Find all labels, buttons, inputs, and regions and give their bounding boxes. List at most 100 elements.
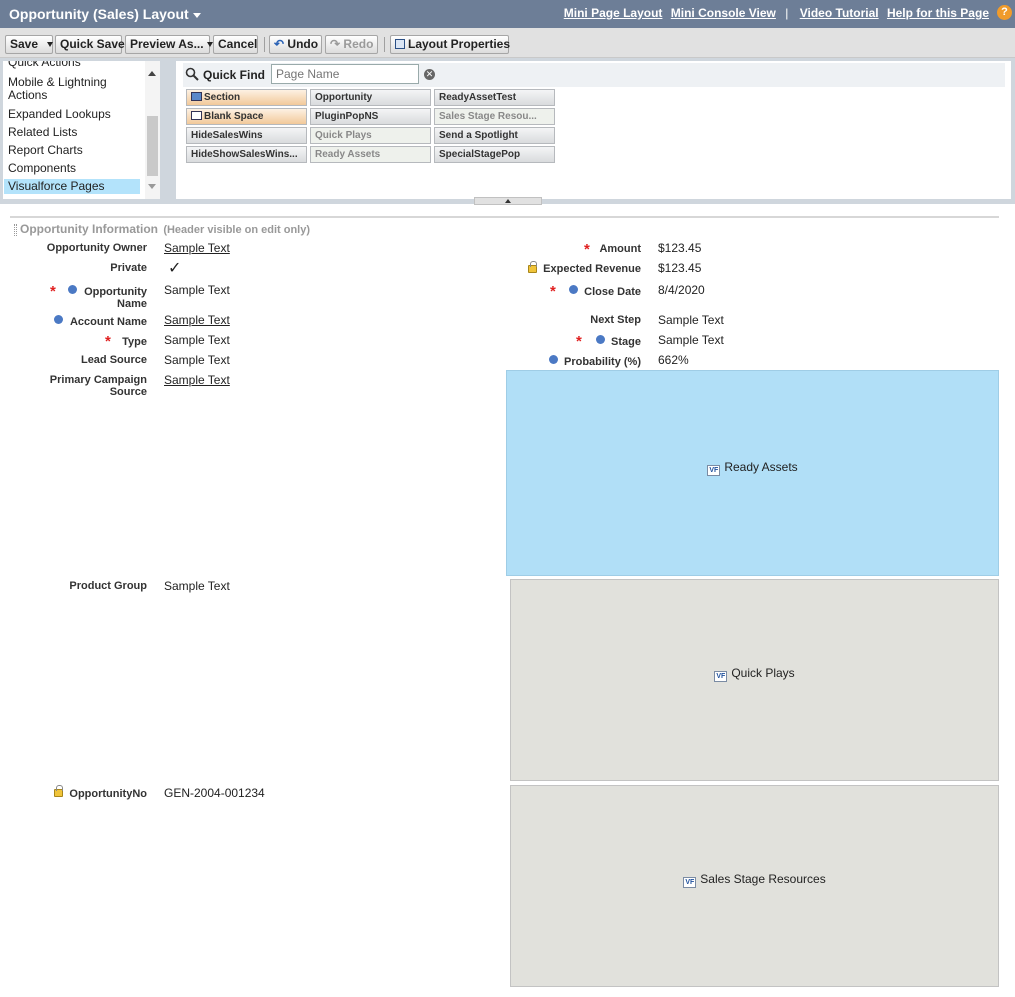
section-header[interactable]: Opportunity Information (Header visible … — [14, 222, 310, 236]
category-item-visualforce-pages[interactable]: Visualforce Pages — [4, 179, 140, 194]
save-label: Save — [10, 37, 39, 51]
quick-find-input[interactable] — [271, 64, 419, 84]
category-item-components[interactable]: Components — [8, 162, 76, 175]
layout-title-menu[interactable]: Opportunity (Sales) Layout — [9, 6, 201, 22]
redo-button[interactable]: ↷ Redo — [325, 35, 378, 54]
field-label-stage: Stage — [611, 336, 641, 348]
palette-item-hidesaleswins[interactable]: HideSalesWins — [186, 127, 307, 144]
help-icon[interactable]: ? — [997, 5, 1012, 20]
quick-find-bar: Quick Find ✕ — [183, 63, 1005, 87]
field-label-type: Type — [122, 336, 147, 348]
palette-item-specialstagepop[interactable]: SpecialStagePop — [434, 146, 555, 163]
field-value-primary-campaign-source[interactable]: Sample Text — [164, 373, 230, 387]
category-scrollbar[interactable] — [145, 61, 160, 199]
video-tutorial-link[interactable]: Video Tutorial — [800, 6, 879, 20]
field-label-next-step: Next Step — [590, 314, 641, 326]
preview-as-label: Preview As... — [130, 37, 204, 51]
quick-find-label: Quick Find — [203, 68, 266, 82]
field-value-opportunityno: GEN-2004-001234 — [164, 786, 265, 800]
category-item-related-lists[interactable]: Related Lists — [8, 126, 77, 139]
toolbar-divider — [384, 37, 385, 52]
field-value-lead-source: Sample Text — [164, 353, 230, 367]
chevron-down-icon — [192, 12, 201, 18]
private-checkmark: ✓ — [168, 260, 182, 277]
vf-page-name: Quick Plays — [731, 666, 795, 680]
header-links: Mini Page Layout Mini Console View | Vid… — [559, 6, 989, 20]
category-item-report-charts[interactable]: Report Charts — [8, 144, 83, 157]
scroll-up-icon[interactable] — [148, 71, 156, 76]
layout-properties-button[interactable]: Layout Properties — [390, 35, 511, 54]
layout-properties-label: Layout Properties — [408, 37, 511, 51]
palette-item-sales-stage-resources[interactable]: Sales Stage Resou... — [434, 108, 555, 125]
field-label-product-group: Product Group — [69, 580, 147, 592]
palette-item-quick-plays[interactable]: Quick Plays — [310, 127, 431, 144]
field-value-stage: Sample Text — [658, 333, 724, 347]
palette-item-pluginpopns[interactable]: PluginPopNS — [310, 108, 431, 125]
cancel-button[interactable]: Cancel — [213, 35, 258, 54]
vf-page-ready-assets[interactable]: VF Ready Assets — [506, 370, 999, 576]
undo-label: Undo — [287, 37, 319, 51]
field-value-expected-revenue: $123.45 — [658, 261, 702, 275]
preview-as-button[interactable]: Preview As... — [125, 35, 213, 54]
save-button[interactable]: Save — [5, 35, 54, 54]
mini-page-layout-link[interactable]: Mini Page Layout — [564, 6, 663, 20]
layout-properties-icon — [395, 39, 405, 49]
field-label-opportunity-owner: Opportunity Owner — [46, 242, 147, 254]
vf-page-quick-plays[interactable]: VF Quick Plays — [510, 579, 999, 781]
field-value-close-date: 8/4/2020 — [658, 283, 705, 297]
toolbar-divider — [264, 37, 265, 52]
layout-title: Opportunity (Sales) Layout — [9, 6, 189, 22]
field-value-amount: $123.45 — [658, 241, 702, 255]
visualforce-icon: VF — [683, 877, 697, 888]
palette-panel: Quick Actions Mobile & Lightning Actions… — [0, 58, 1015, 204]
chevron-down-icon[interactable] — [47, 42, 54, 48]
toolbar: Save Quick Save Preview As... Cancel ↶ U… — [0, 28, 1015, 58]
field-label-amount: Amount — [599, 243, 641, 255]
clear-icon[interactable]: ✕ — [424, 69, 435, 80]
vf-page-label: VF Ready Assets — [507, 460, 998, 476]
field-label-expected-revenue: Expected Revenue — [543, 263, 641, 275]
field-label-private: Private — [110, 262, 147, 274]
section-icon — [191, 92, 202, 101]
field-label-opportunity-name: Opportunity Name — [84, 286, 147, 310]
help-for-this-page-link[interactable]: Help for this Page — [887, 6, 989, 20]
field-value-probability: 662% — [658, 353, 689, 367]
field-value-account-name[interactable]: Sample Text — [164, 313, 230, 327]
palette-item-section[interactable]: Section — [186, 89, 307, 106]
field-label-lead-source: Lead Source — [80, 354, 147, 366]
quick-save-button[interactable]: Quick Save — [55, 35, 125, 54]
field-value-opportunity-owner[interactable]: Sample Text — [164, 241, 230, 255]
palette-item-opportunity[interactable]: Opportunity — [310, 89, 431, 106]
chevron-down-icon — [206, 42, 213, 48]
search-icon — [185, 67, 199, 84]
palette-item-readyassettest[interactable]: ReadyAssetTest — [434, 89, 555, 106]
vf-page-sales-stage-resources[interactable]: VF Sales Stage Resources — [510, 785, 999, 987]
palette-resize-handle[interactable] — [474, 197, 542, 205]
field-value-opportunity-name: Sample Text — [164, 283, 230, 297]
undo-button[interactable]: ↶ Undo — [269, 35, 322, 54]
field-label-probability: Probability (%) — [563, 356, 641, 368]
palette-item-ready-assets[interactable]: Ready Assets — [310, 146, 431, 163]
category-item-mobile-lightning-actions[interactable]: Mobile & Lightning Actions — [8, 76, 128, 102]
palette-items-area: Quick Find ✕ Section Opportunity ReadyAs… — [176, 61, 1011, 199]
category-item-quick-actions[interactable]: Quick Actions — [8, 61, 81, 69]
palette-item-label: Blank Space — [204, 111, 264, 122]
drag-handle-icon[interactable] — [14, 223, 17, 236]
header-link-separator: | — [785, 6, 789, 20]
palette-item-send-a-spotlight[interactable]: Send a Spotlight — [434, 127, 555, 144]
section-title: Opportunity Information — [20, 222, 158, 236]
vf-page-label: VF Sales Stage Resources — [511, 872, 998, 888]
category-item-expanded-lookups[interactable]: Expanded Lookups — [8, 108, 111, 121]
scroll-down-icon[interactable] — [148, 184, 156, 189]
visualforce-icon: VF — [714, 671, 728, 682]
mini-console-view-link[interactable]: Mini Console View — [671, 6, 776, 20]
visualforce-icon: VF — [707, 465, 721, 476]
palette-item-blank-space[interactable]: Blank Space — [186, 108, 307, 125]
palette-item-hideshowsaleswins[interactable]: HideShowSalesWins... — [186, 146, 307, 163]
redo-label: Redo — [343, 37, 374, 51]
palette-item-label: Section — [204, 92, 241, 103]
section-divider — [10, 216, 999, 218]
scrollbar-thumb[interactable] — [147, 116, 158, 176]
dot-icon — [68, 285, 77, 294]
field-value-product-group: Sample Text — [164, 579, 230, 593]
